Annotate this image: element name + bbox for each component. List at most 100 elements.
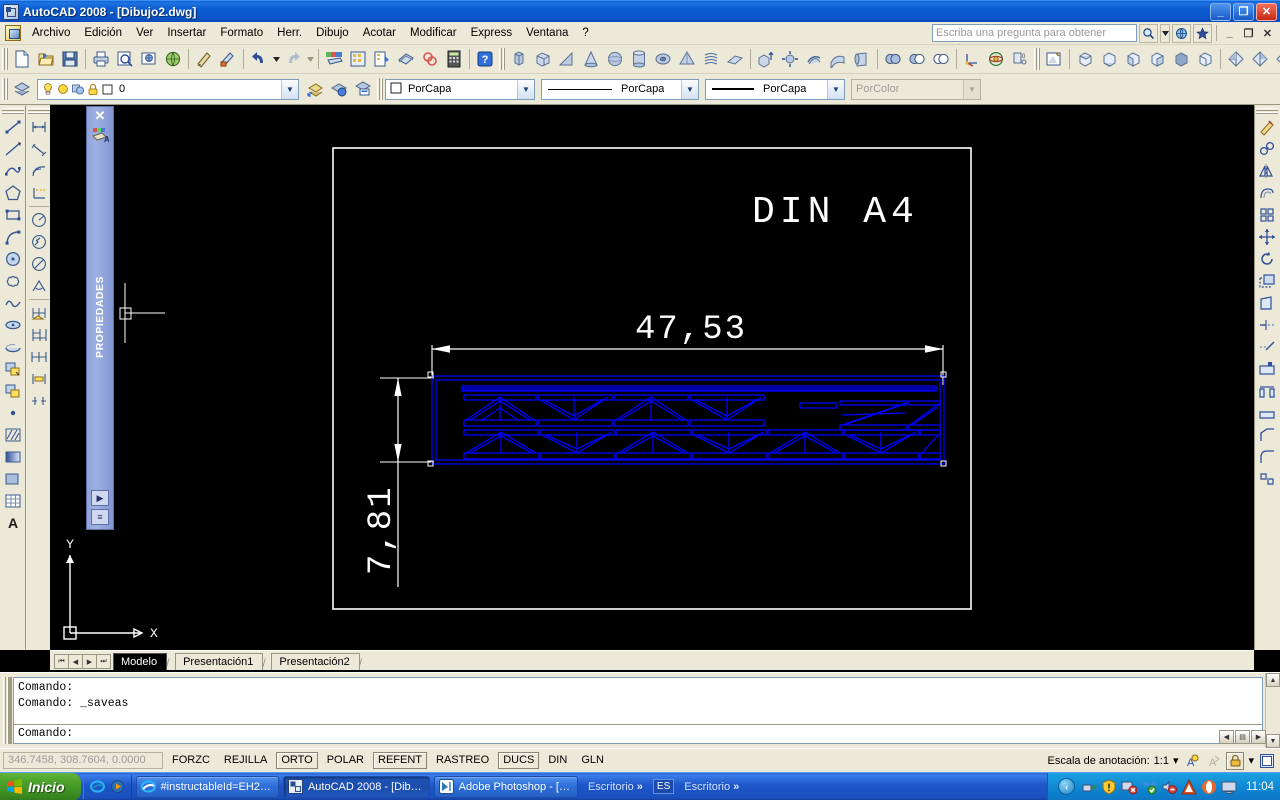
command-prompt-input[interactable]: Comando:	[14, 725, 1262, 743]
tab-nav-prev[interactable]: ◀	[68, 654, 83, 669]
volume-muted-icon[interactable]	[1161, 779, 1178, 795]
undo-dropdown-icon[interactable]	[271, 47, 281, 71]
sphere-icon[interactable]	[603, 47, 627, 71]
view-seiso-icon[interactable]	[1248, 47, 1272, 71]
taskbar-item-instructable[interactable]: #instructableId=EH2…	[135, 775, 279, 798]
modify-toolbar-grip[interactable]	[1256, 108, 1278, 114]
continue-dimension-icon[interactable]	[28, 346, 50, 368]
palette-close-icon[interactable]: ✕	[95, 109, 106, 122]
start-button[interactable]: Inicio	[0, 772, 81, 800]
ellipse-icon[interactable]	[2, 314, 24, 336]
arc-length-dimension-icon[interactable]	[28, 160, 50, 182]
save-icon[interactable]	[58, 47, 82, 71]
annotation-auto-scale-icon[interactable]: A	[1204, 752, 1222, 770]
tool-palettes-icon[interactable]	[346, 47, 370, 71]
circle-icon[interactable]	[2, 248, 24, 270]
chevron-down-icon[interactable]: ▼	[681, 79, 698, 99]
annotation-visibility-icon[interactable]: A	[1182, 752, 1200, 770]
help-icon[interactable]: ?	[473, 47, 497, 71]
tab-nav-next[interactable]: ▶	[82, 654, 97, 669]
status-toggle-orto[interactable]: ORTO	[276, 752, 318, 769]
status-toggle-gln[interactable]: GLN	[576, 752, 609, 769]
subtract-icon[interactable]	[905, 47, 929, 71]
mirror-icon[interactable]	[1256, 160, 1278, 182]
plot-icon[interactable]	[89, 47, 113, 71]
menu-express[interactable]: Express	[464, 24, 520, 42]
clean-screen-icon[interactable]	[1258, 752, 1276, 770]
menu-ventana[interactable]: Ventana	[519, 24, 575, 42]
mdi-minimize-button[interactable]: _	[1221, 25, 1238, 41]
desktop-toolbar-1[interactable]: Escritorio »	[588, 781, 643, 793]
menu-insertar[interactable]: Insertar	[160, 24, 213, 42]
planar-surface-icon[interactable]	[723, 47, 747, 71]
mdi-restore-button[interactable]: ❐	[1240, 25, 1257, 41]
revision-cloud-icon[interactable]	[2, 270, 24, 292]
status-toggle-din[interactable]: DIN	[543, 752, 573, 769]
layer-make-current-icon[interactable]	[327, 77, 351, 101]
union-icon[interactable]	[881, 47, 905, 71]
layer-state-icons[interactable]	[38, 82, 115, 96]
coordinates-readout[interactable]: 346.7458, 308.7604, 0.0000	[3, 752, 163, 769]
freeze-viewport-icon[interactable]	[71, 82, 85, 96]
internet-explorer-icon[interactable]	[89, 779, 105, 794]
tab-nav-last[interactable]: ⏭	[96, 654, 111, 669]
explode-icon[interactable]	[1256, 468, 1278, 490]
angular-dimension-icon[interactable]	[28, 275, 50, 297]
diameter-dimension-icon[interactable]	[28, 253, 50, 275]
markup-set-icon[interactable]	[418, 47, 442, 71]
loft-icon[interactable]	[850, 47, 874, 71]
quick-select-icon[interactable]: A	[91, 126, 110, 144]
view-right-icon[interactable]	[1145, 47, 1169, 71]
lineweight-combo[interactable]: PorCapa ▼	[705, 78, 845, 100]
layout-tab-nav[interactable]: ⏮ ◀ ▶ ⏭	[54, 654, 111, 669]
status-toggle-forzc[interactable]: FORZC	[167, 752, 215, 769]
region-icon[interactable]	[2, 468, 24, 490]
intersect-icon[interactable]	[929, 47, 953, 71]
quick-calc-icon[interactable]	[442, 47, 466, 71]
erase-icon[interactable]	[1256, 116, 1278, 138]
extend-icon[interactable]	[1256, 336, 1278, 358]
dimension-break-icon[interactable]	[28, 390, 50, 412]
polyline-icon[interactable]	[2, 160, 24, 182]
tab-presentacion1[interactable]: Presentación1	[175, 653, 264, 670]
rectangle-icon[interactable]	[2, 204, 24, 226]
mdi-close-button[interactable]: ✕	[1259, 25, 1276, 41]
join-icon[interactable]	[1256, 402, 1278, 424]
menu-herramientas[interactable]: Herr.	[270, 24, 309, 42]
new-icon[interactable]	[10, 47, 34, 71]
security-alert-icon[interactable]	[1101, 778, 1117, 795]
line-icon[interactable]	[2, 116, 24, 138]
design-center-icon[interactable]	[370, 47, 394, 71]
drawing-canvas[interactable]: DIN A4 47,53 7,81 Y X	[50, 105, 1254, 650]
favorites-star-icon[interactable]	[1193, 23, 1212, 43]
communication-center-icon[interactable]	[1172, 23, 1191, 43]
extrude-icon[interactable]	[754, 47, 778, 71]
menu-archivo[interactable]: Archivo	[25, 24, 77, 42]
named-views-icon[interactable]	[1042, 47, 1066, 71]
redo-icon[interactable]	[281, 47, 305, 71]
dimension-space-icon[interactable]	[28, 368, 50, 390]
palette-autohide-icon[interactable]: ▶	[91, 490, 109, 506]
aligned-dimension-icon[interactable]	[28, 138, 50, 160]
arc-icon[interactable]	[2, 226, 24, 248]
baseline-dimension-icon[interactable]	[28, 324, 50, 346]
status-lock-dropdown-icon[interactable]: ▾	[1248, 754, 1254, 767]
view-top-icon[interactable]	[1073, 47, 1097, 71]
autocad-tray-icon[interactable]	[1181, 778, 1197, 795]
torus-icon[interactable]	[651, 47, 675, 71]
linetype-combo[interactable]: PorCapa ▼	[541, 78, 699, 100]
hscroll-left-icon[interactable]: ◀	[1219, 729, 1234, 744]
taskbar-item-photoshop[interactable]: Adobe Photoshop - […	[433, 775, 578, 798]
annotation-scale-dropdown-icon[interactable]: ▾	[1173, 754, 1179, 767]
match-properties-icon[interactable]	[192, 47, 216, 71]
sweep-icon[interactable]	[826, 47, 850, 71]
tab-presentacion2[interactable]: Presentación2	[271, 653, 360, 670]
network-icon[interactable]	[1081, 779, 1097, 795]
sun-icon[interactable]	[56, 82, 70, 96]
ray-icon[interactable]	[2, 138, 24, 160]
command-hscrollbar[interactable]: ◀ ▤ ▶	[1218, 729, 1278, 744]
multiline-text-icon[interactable]: A	[2, 512, 24, 534]
sheet-set-icon[interactable]	[394, 47, 418, 71]
ucs-icon[interactable]	[960, 47, 984, 71]
view-neiso-icon[interactable]	[1272, 47, 1280, 71]
